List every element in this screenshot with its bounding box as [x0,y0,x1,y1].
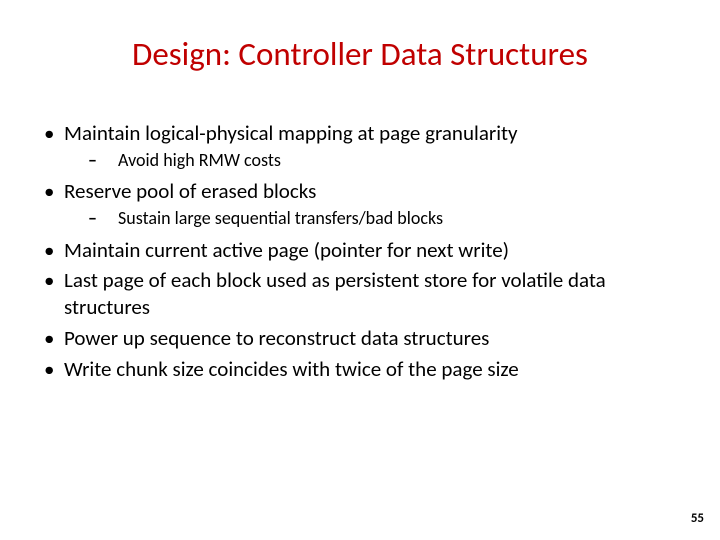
bullet-item: Last page of each block used as persiste… [40,267,680,321]
slide-body: Maintain logical-physical mapping at pag… [40,120,680,387]
bullet-item: Write chunk size coincides with twice of… [40,356,680,383]
bullet-text: Reserve pool of erased blocks [64,178,316,204]
page-number: 55 [691,511,704,526]
sub-bullet-item: Sustain large sequential transfers/bad b… [64,207,680,230]
bullet-item: Power up sequence to reconstruct data st… [40,325,680,352]
bullet-item: Reserve pool of erased blocks Sustain la… [40,178,680,230]
bullet-text: Write chunk size coincides with twice of… [64,356,519,382]
sub-bullet-list: Sustain large sequential transfers/bad b… [64,207,680,230]
sub-bullet-text: Sustain large sequential transfers/bad b… [118,207,443,229]
slide-title: Design: Controller Data Structures [0,34,720,74]
bullet-text: Power up sequence to reconstruct data st… [64,325,489,351]
slide: Design: Controller Data Structures Maint… [0,0,720,540]
sub-bullet-item: Avoid high RMW costs [64,149,680,172]
bullet-item: Maintain logical-physical mapping at pag… [40,120,680,172]
bullet-list: Maintain logical-physical mapping at pag… [40,120,680,383]
bullet-text: Maintain current active page (pointer fo… [64,237,509,263]
sub-bullet-text: Avoid high RMW costs [118,149,281,171]
bullet-item: Maintain current active page (pointer fo… [40,237,680,264]
bullet-text: Last page of each block used as persiste… [64,267,606,320]
bullet-text: Maintain logical-physical mapping at pag… [64,120,518,146]
sub-bullet-list: Avoid high RMW costs [64,149,680,172]
